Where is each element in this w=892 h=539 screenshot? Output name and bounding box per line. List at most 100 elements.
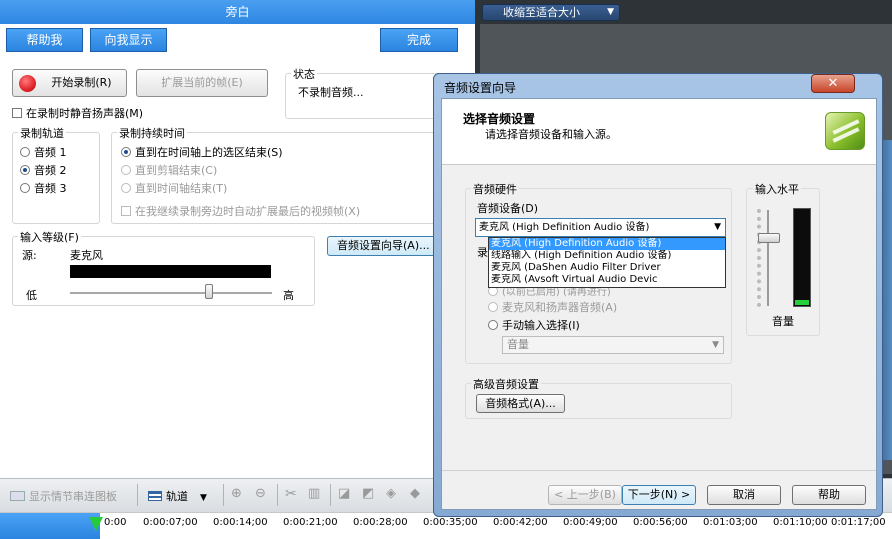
audio-device-value: 麦克风 (High Definition Audio 设备) <box>479 222 650 233</box>
start-record-button[interactable]: 开始录制(R) <box>12 69 127 97</box>
track-dropdown-label: 轨道 <box>166 490 188 503</box>
tick-label: 0:00:07;00 <box>143 517 198 528</box>
toolbar-separator <box>137 484 138 506</box>
radio-icon <box>488 302 498 312</box>
audio-hardware-title: 音频硬件 <box>471 181 519 197</box>
track-radio-2[interactable]: 音频 2 <box>20 162 67 178</box>
dialog-subheading: 请选择音频设备和输入源。 <box>485 128 617 141</box>
tick-label: 0:00:42;00 <box>493 517 548 528</box>
audio-device-list: 麦克风 (High Definition Audio 设备) 线路输入 (Hig… <box>488 237 726 288</box>
fade-in-icon[interactable]: ◪ <box>338 486 350 501</box>
zoom-out-icon[interactable]: ⊖ <box>255 486 266 501</box>
duration-radio-timeline[interactable]: 直到时间轴结束(T) <box>121 180 227 196</box>
level-meter <box>70 265 271 278</box>
manual-input-radio[interactable]: 手动输入选择(I) <box>488 317 580 333</box>
chevron-down-icon: ▼ <box>200 493 207 503</box>
tick-label: 0:00:21;00 <box>283 517 338 528</box>
track-label: 音频 1 <box>34 146 67 159</box>
mute-speakers-label: 在录制时静音扬声器(M) <box>26 107 144 120</box>
level-meter-fill <box>795 300 809 305</box>
tick-label: 0:00:49;00 <box>563 517 618 528</box>
auto-extend-checkbox[interactable]: 在我继续录制旁边时自动扩展最后的视频帧(X) <box>121 203 360 219</box>
hidden-option-label: (以前已启用) (请再进行) <box>502 287 611 298</box>
manual-input-label: 手动输入选择(I) <box>502 319 580 332</box>
radio-icon <box>121 165 131 175</box>
track-radio-1[interactable]: 音频 1 <box>20 144 67 160</box>
audio-device-label: 音频设备(D) <box>477 202 539 215</box>
audio-device-select[interactable]: 麦克风 (High Definition Audio 设备) ▼ <box>475 218 726 237</box>
tick-label: 0:01:10;00 <box>773 517 828 528</box>
radio-icon <box>121 147 131 157</box>
storyboard-button[interactable]: 显示情节串连图板 <box>10 488 117 504</box>
toolbar-separator <box>223 484 224 506</box>
tick-label: 0:00:14;00 <box>213 517 268 528</box>
zoom-in-icon[interactable]: ⊕ <box>231 486 242 501</box>
cancel-button[interactable]: 取消 <box>707 485 781 505</box>
volume-slider-thumb[interactable] <box>758 233 780 243</box>
combine-icon[interactable]: ▥ <box>308 486 320 501</box>
dialog-heading: 选择音频设置 <box>463 112 536 126</box>
mic-speaker-label: 麦克风和扬声器音频(A) <box>502 301 618 314</box>
track-group-title: 录制轨道 <box>18 125 66 141</box>
done-button[interactable]: 完成 <box>380 28 458 52</box>
tracks-icon <box>148 491 162 501</box>
duration-group-title: 录制持续时间 <box>117 125 187 141</box>
dialog-level-meter <box>793 208 811 307</box>
track-dropdown[interactable]: 轨道 ▼ <box>148 488 207 504</box>
radio-icon <box>20 147 30 157</box>
radio-icon <box>121 183 131 193</box>
volume-icon[interactable]: ◈ <box>386 486 396 501</box>
help-button-dialog[interactable]: 帮助 <box>792 485 866 505</box>
status-text: 不录制音频... <box>298 86 364 99</box>
fade-out-icon[interactable]: ◩ <box>362 486 374 501</box>
source-label: 源: <box>22 249 37 262</box>
close-button[interactable]: ✕ <box>811 74 855 93</box>
device-option[interactable]: 麦克风 (High Definition Audio 设备) <box>489 238 725 250</box>
input-level-slider-thumb[interactable] <box>205 284 213 299</box>
footer-divider <box>442 470 876 471</box>
track-radio-3[interactable]: 音频 3 <box>20 180 67 196</box>
back-button[interactable]: < 上一步(B) <box>548 485 622 505</box>
audio-format-button[interactable]: 音频格式(A)... <box>476 394 565 413</box>
volume-select[interactable]: 音量 ▼ <box>502 336 724 354</box>
slider-ticks <box>757 209 761 307</box>
mute-speakers-checkbox[interactable]: 在录制时静音扬声器(M) <box>12 105 143 121</box>
tick-label: 0:00 <box>104 517 127 528</box>
checkbox-box <box>12 108 22 118</box>
wizard-logo-icon <box>825 112 865 150</box>
low-label: 低 <box>26 289 37 302</box>
device-option[interactable]: 麦克风 (DaShen Audio Filter Driver <box>489 262 725 274</box>
dialog-input-level-title: 输入水平 <box>753 181 801 197</box>
chevron-down-icon: ▼ <box>712 340 719 350</box>
radio-icon <box>20 183 30 193</box>
toolbar-separator <box>330 484 331 506</box>
extend-frame-button[interactable]: 扩展当前的帧(E) <box>136 69 268 97</box>
device-option[interactable]: 麦克风 (Avsoft Virtual Audio Devic <box>489 274 725 286</box>
storyboard-icon <box>10 491 25 501</box>
source-label-partial: 录 <box>477 246 488 259</box>
duration-radio-clip[interactable]: 直到剪辑结束(C) <box>121 162 217 178</box>
effect-icon[interactable]: ◆ <box>410 486 420 501</box>
tick-label: 0:00:35;00 <box>423 517 478 528</box>
status-group-title: 状态 <box>291 66 317 82</box>
device-option[interactable]: 线路输入 (High Definition Audio 设备) <box>489 250 725 262</box>
next-button[interactable]: 下一步(N) > <box>622 485 696 505</box>
duration-label: 直到在时间轴上的选区结束(S) <box>135 146 283 159</box>
close-icon: ✕ <box>827 76 839 91</box>
record-icon <box>19 75 36 92</box>
dialog-title: 音频设置向导 <box>444 81 517 95</box>
volume-slider-track <box>767 210 769 306</box>
toolbar-separator <box>277 484 278 506</box>
fit-size-dropdown[interactable]: 收缩至适合大小 ▼ <box>482 4 620 21</box>
audio-wizard-button[interactable]: 音频设置向导(A)... <box>327 236 442 256</box>
source-value: 麦克风 <box>70 249 103 262</box>
duration-label: 直到剪辑结束(C) <box>135 164 218 177</box>
split-icon[interactable]: ✂ <box>285 486 297 502</box>
show-me-button[interactable]: 向我显示 <box>90 28 167 52</box>
panel-title: 旁白 <box>0 0 475 24</box>
duration-radio-selection[interactable]: 直到在时间轴上的选区结束(S) <box>121 144 283 160</box>
storyboard-label: 显示情节串连图板 <box>29 490 117 503</box>
volume-select-label: 音量 <box>507 338 529 351</box>
mic-speaker-radio[interactable]: 麦克风和扬声器音频(A) <box>488 299 617 315</box>
help-button[interactable]: 帮助我 <box>6 28 83 52</box>
